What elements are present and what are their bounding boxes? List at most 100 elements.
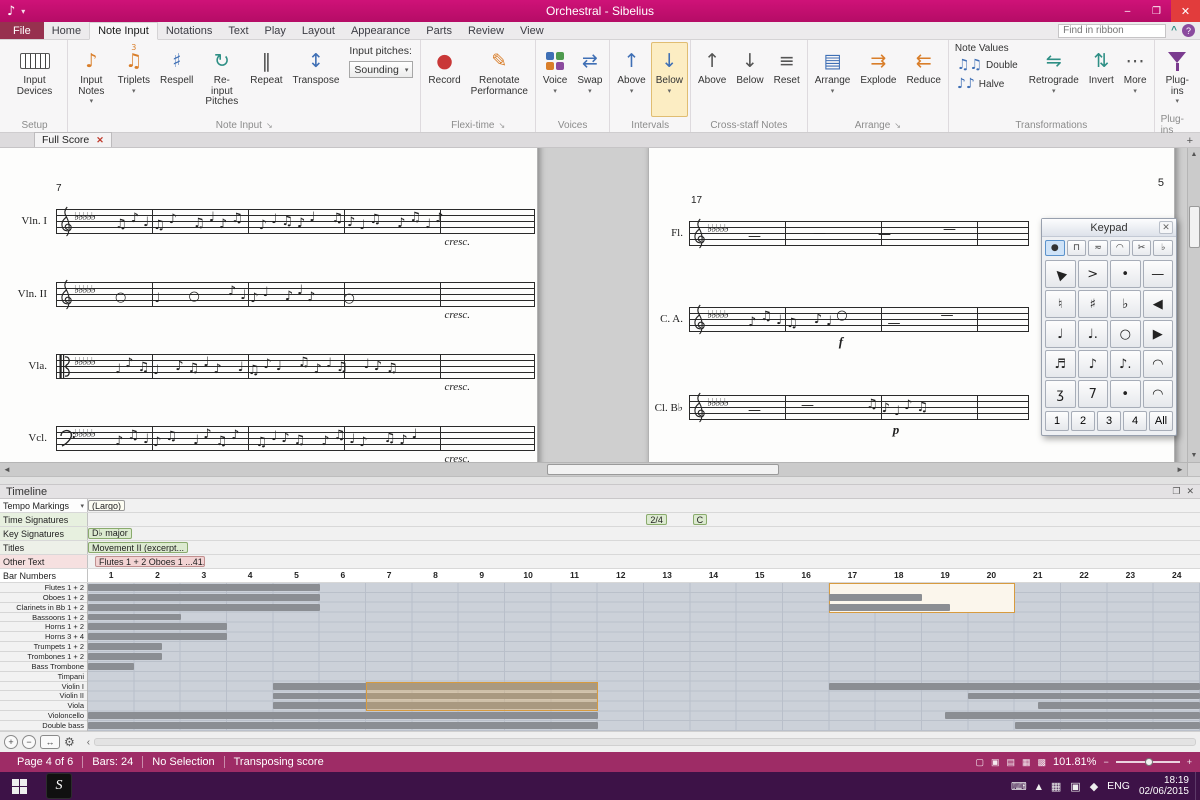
triplets-button[interactable]: ♫3 Triplets ▾: [113, 42, 155, 117]
help-icon[interactable]: ?: [1182, 24, 1195, 37]
timeline-activity-bar[interactable]: [829, 604, 949, 611]
ribbon-tab[interactable]: Note Input: [89, 22, 158, 40]
keypad-button[interactable]: ♯: [1078, 290, 1109, 318]
timeline-chip[interactable]: D♭ major: [88, 528, 132, 539]
dialog-launcher-icon[interactable]: ↘: [266, 121, 273, 130]
restore-button[interactable]: ❐: [1142, 0, 1171, 22]
keypad-button[interactable]: ▶: [1045, 260, 1076, 288]
reinput-pitches-button[interactable]: ↻ Re-input Pitches: [198, 42, 245, 117]
timeline-activity-bar[interactable]: [1015, 722, 1200, 729]
dialog-launcher-icon[interactable]: ↘: [894, 121, 901, 130]
keypad-button[interactable]: ♬: [1045, 350, 1076, 378]
timeline-row-label[interactable]: Other Text: [0, 555, 88, 568]
volume-icon[interactable]: ▣: [1070, 780, 1080, 793]
timeline-scroll-track[interactable]: [94, 738, 1196, 746]
collapse-ribbon-icon[interactable]: ^: [1171, 25, 1177, 36]
view-mode-icon[interactable]: ▤: [1006, 757, 1015, 768]
timeline-activity-bar[interactable]: [88, 604, 320, 611]
invert-button[interactable]: ⇅ Invert: [1084, 42, 1119, 117]
ribbon-tab[interactable]: Text: [220, 22, 256, 39]
taskbar-sibelius-icon[interactable]: S: [46, 773, 72, 799]
reduce-button[interactable]: ⇇ Reduce: [901, 42, 945, 117]
zoom-slider-knob[interactable]: [1145, 758, 1153, 766]
zoom-out-icon[interactable]: −: [1103, 757, 1108, 767]
score-horizontal-scrollbar[interactable]: ◄ ►: [0, 462, 1200, 476]
timeline-chip[interactable]: Movement II (excerpt...: [88, 542, 188, 553]
ribbon-tab[interactable]: Parts: [418, 22, 460, 39]
show-desktop-button[interactable]: [1195, 772, 1200, 800]
timeline-activity-bar[interactable]: [945, 712, 1200, 719]
keypad-button[interactable]: ○: [1110, 320, 1141, 348]
tab-full-score[interactable]: Full Score ✕: [34, 132, 112, 147]
score-page-left[interactable]: 7 Vln. I ♭♭♭♭♭ ♫♪♩♫♪♫♩♪♫♪♩♫♪♩♫♪♩♫♪♫♩♪ cr…: [0, 148, 538, 462]
timeline-activity-bar[interactable]: [968, 693, 1200, 700]
timeline-chip[interactable]: (Largo): [88, 500, 125, 511]
timeline-scroll-left-icon[interactable]: ‹: [87, 737, 90, 748]
view-mode-icon[interactable]: ▣: [991, 757, 1000, 768]
scroll-up-icon[interactable]: ▲: [1188, 148, 1200, 161]
ribbon-tab[interactable]: Notations: [158, 22, 220, 39]
keypad-button[interactable]: ♭: [1110, 290, 1141, 318]
keypad-voice-button[interactable]: 1: [1045, 411, 1069, 431]
tab-close-icon[interactable]: ✕: [96, 135, 104, 146]
timeline-chip[interactable]: 2/4: [646, 514, 667, 525]
input-notes-button[interactable]: ♪ Input Notes ▾: [70, 42, 113, 117]
plugins-button[interactable]: Plug-ins ▾: [1157, 42, 1198, 117]
ribbon-tab[interactable]: Play: [257, 22, 294, 39]
keypad-button[interactable]: 7: [1078, 380, 1109, 408]
clock[interactable]: 18:19 02/06/2015: [1139, 775, 1189, 797]
cross-staff-above-button[interactable]: ↑ Above: [693, 42, 731, 117]
view-mode-icon[interactable]: ▢: [975, 757, 984, 768]
ribbon-tab[interactable]: Layout: [294, 22, 343, 39]
timeline-chip[interactable]: C: [693, 514, 708, 525]
timeline-activity-bar[interactable]: [1038, 702, 1200, 709]
notification-icon[interactable]: ◆: [1090, 780, 1098, 793]
keypad-layout-tab[interactable]: ♭: [1153, 240, 1173, 256]
swap-button[interactable]: ⇄ Swap ▾: [572, 42, 607, 117]
timeline-zoom-out-button[interactable]: −: [22, 735, 36, 749]
cross-staff-below-button[interactable]: ↓ Below: [731, 42, 768, 117]
voice-button[interactable]: Voice ▾: [538, 42, 572, 117]
keypad-button[interactable]: ♩: [1045, 320, 1076, 348]
touch-keyboard-icon[interactable]: ⌨: [1011, 780, 1027, 793]
keypad-layout-tab[interactable]: ◠: [1110, 240, 1130, 256]
input-pitches-select[interactable]: Sounding ▾: [349, 61, 413, 78]
timeline-activity-bar[interactable]: [88, 712, 598, 719]
timeline-row-label[interactable]: Bar Numbers: [0, 569, 88, 582]
retrograde-button[interactable]: ⇋ Retrograde ▾: [1024, 42, 1084, 117]
keypad-button[interactable]: •: [1110, 260, 1141, 288]
renotate-performance-button[interactable]: ✎ Renotate Performance: [466, 42, 533, 117]
score-vertical-scrollbar[interactable]: ▲ ▼: [1187, 148, 1200, 462]
timeline-activity-bar[interactable]: [88, 722, 598, 729]
timeline-activity-bar[interactable]: [88, 623, 227, 630]
keypad-layout-tab[interactable]: ≂: [1088, 240, 1108, 256]
keypad-voice-button[interactable]: 3: [1097, 411, 1121, 431]
keypad-button[interactable]: ʒ: [1045, 380, 1076, 408]
timeline-activity-bar[interactable]: [88, 584, 320, 591]
dropdown-arrow-icon[interactable]: ▾: [80, 502, 84, 510]
view-mode-icon[interactable]: ▦: [1022, 757, 1031, 768]
keypad-voice-button[interactable]: 4: [1123, 411, 1147, 431]
keypad-button[interactable]: ♪.: [1110, 350, 1141, 378]
cross-staff-reset-button[interactable]: ≡ Reset: [769, 42, 805, 117]
keypad-button[interactable]: ♩.: [1078, 320, 1109, 348]
timeline-row-label[interactable]: Tempo Markings▾: [0, 499, 88, 512]
keypad-button[interactable]: ◠: [1143, 380, 1174, 408]
scroll-down-icon[interactable]: ▼: [1188, 449, 1200, 462]
keypad-close-icon[interactable]: ✕: [1159, 221, 1173, 234]
more-transformations-button[interactable]: ⋯ More ▾: [1119, 42, 1152, 117]
scrollbar-thumb[interactable]: [1189, 206, 1200, 248]
quick-access-dropdown-icon[interactable]: ▾: [21, 7, 25, 16]
new-tab-button[interactable]: +: [1187, 135, 1193, 147]
keypad-layout-tab[interactable]: ✂: [1132, 240, 1152, 256]
interval-below-button[interactable]: ↓ Below ▾: [651, 42, 688, 117]
show-hidden-icons[interactable]: ▲: [1036, 782, 1042, 791]
timeline-close-icon[interactable]: ✕: [1186, 486, 1194, 497]
keypad-voice-button[interactable]: All: [1149, 411, 1173, 431]
find-in-ribbon-input[interactable]: [1058, 24, 1166, 38]
view-mode-icon[interactable]: ▩: [1038, 757, 1047, 768]
timeline-activity-bar[interactable]: [88, 594, 320, 601]
arrange-button[interactable]: ▤ Arrange ▾: [810, 42, 856, 117]
repeat-button[interactable]: ‖ Repeat: [245, 42, 287, 117]
keypad-button[interactable]: >: [1078, 260, 1109, 288]
